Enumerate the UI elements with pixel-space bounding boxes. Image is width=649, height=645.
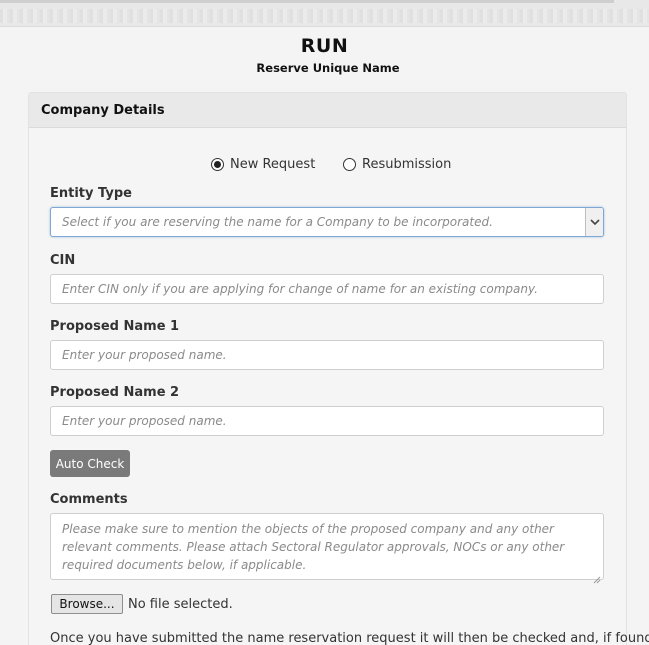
entity-type-placeholder: Select if you are reserving the name for… [62, 215, 493, 229]
resize-grip-icon[interactable] [593, 569, 601, 584]
chevron-down-icon[interactable] [585, 208, 603, 236]
info-text: Once you have submitted the name reserva… [50, 631, 649, 645]
browse-button[interactable]: Browse... [51, 594, 123, 614]
radio-label-new-request: New Request [230, 156, 316, 172]
proposed-name-1-label: Proposed Name 1 [50, 319, 180, 334]
auto-check-button[interactable]: Auto Check [50, 450, 130, 477]
radio-checked-icon[interactable] [211, 157, 224, 171]
top-strip [0, 0, 649, 27]
proposed-name-1-placeholder: Enter your proposed name. [62, 348, 227, 362]
decorative-pattern [0, 9, 649, 23]
proposed-name-2-input[interactable]: Enter your proposed name. [50, 406, 604, 436]
panel-title: Company Details [41, 103, 165, 118]
proposed-name-2-placeholder: Enter your proposed name. [62, 414, 227, 428]
proposed-name-2-label: Proposed Name 2 [50, 385, 180, 400]
cin-label: CIN [50, 253, 76, 268]
entity-type-select[interactable]: Select if you are reserving the name for… [50, 207, 604, 237]
top-line [0, 0, 614, 3]
cin-placeholder: Enter CIN only if you are applying for c… [62, 282, 538, 296]
proposed-name-1-input[interactable]: Enter your proposed name. [50, 340, 604, 370]
radio-new-request[interactable]: New Request [211, 155, 315, 173]
comments-label: Comments [50, 492, 128, 507]
entity-type-label: Entity Type [50, 186, 132, 201]
page-subtitle: Reserve Unique Name [256, 61, 400, 75]
comments-textarea[interactable]: Please make sure to mention the objects … [50, 513, 604, 584]
radio-label-resubmission: Resubmission [362, 156, 452, 172]
radio-unchecked-icon[interactable] [343, 157, 356, 171]
file-status: No file selected. [128, 597, 233, 612]
run-logo: RUN [300, 35, 349, 57]
radio-resubmission[interactable]: Resubmission [343, 155, 451, 173]
panel-header: Company Details [29, 93, 626, 128]
cin-input[interactable]: Enter CIN only if you are applying for c… [50, 274, 604, 304]
comments-placeholder: Please make sure to mention the objects … [62, 522, 565, 572]
